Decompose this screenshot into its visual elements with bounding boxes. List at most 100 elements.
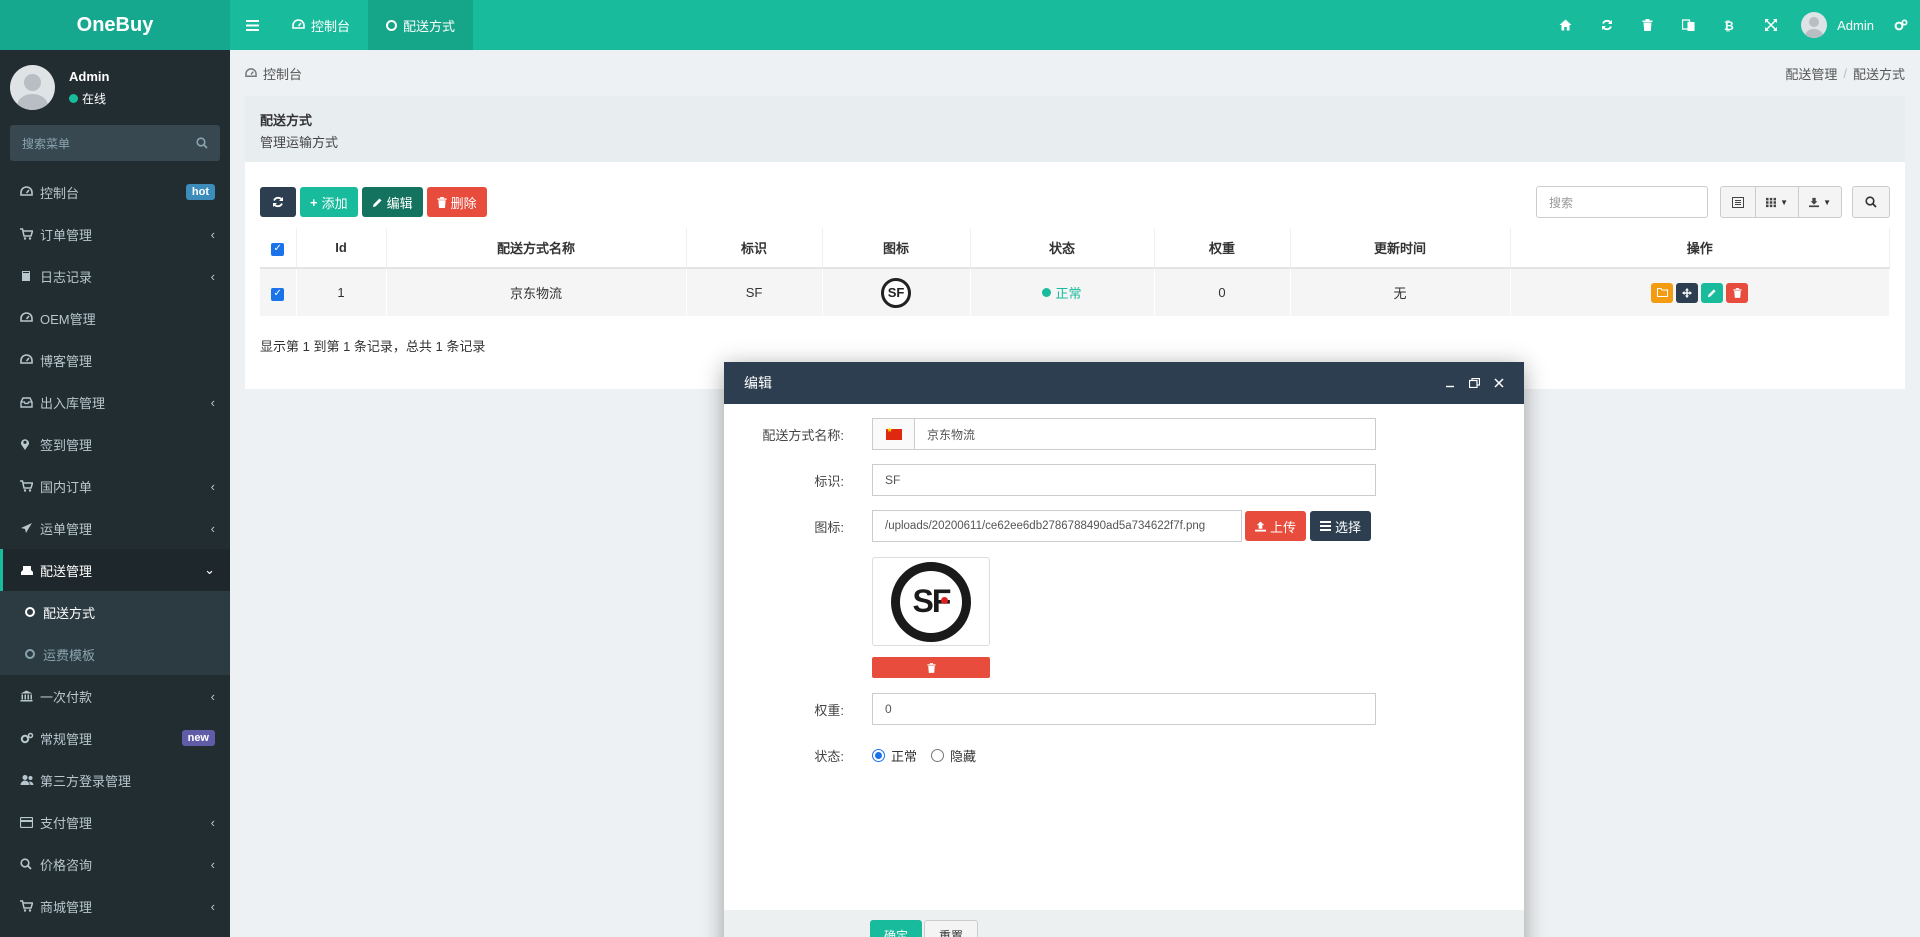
refresh-button[interactable]: [260, 187, 296, 217]
col-weight[interactable]: 权重: [1154, 228, 1291, 269]
radio-normal[interactable]: [872, 749, 885, 762]
tab-dashboard[interactable]: 控制台: [274, 0, 368, 50]
sidebar-items-5[interactable]: 出入库管理 ‹: [0, 381, 230, 423]
status-option-hidden[interactable]: 隐藏: [931, 746, 976, 765]
col-icon[interactable]: 图标: [822, 228, 971, 269]
col-status[interactable]: 状态: [970, 228, 1155, 269]
close-button[interactable]: [1494, 378, 1504, 388]
sidebar-items_after-3[interactable]: 支付管理 ‹: [0, 801, 230, 843]
maximize-button[interactable]: [1469, 378, 1480, 388]
home-button[interactable]: [1545, 0, 1586, 50]
col-id[interactable]: Id: [296, 228, 387, 269]
table-search-input[interactable]: 搜索: [1536, 186, 1708, 218]
sidebar-items-0[interactable]: 控制台 hot: [0, 171, 230, 213]
tab-shipping-methods[interactable]: 配送方式: [368, 0, 474, 50]
chevron-left-icon: ‹: [210, 478, 215, 494]
clear-cache-button[interactable]: [1627, 0, 1668, 50]
sidebar-item-label: 订单管理: [40, 227, 93, 243]
sidebar-items-1[interactable]: 订单管理 ‹: [0, 213, 230, 255]
refresh-button[interactable]: [1586, 0, 1627, 50]
sidebar-items-8[interactable]: 运单管理 ‹: [0, 507, 230, 549]
brand-logo[interactable]: OneBuy: [0, 0, 230, 50]
col-code[interactable]: 标识: [686, 228, 823, 269]
china-flag-icon: [885, 426, 902, 440]
icon-path-field[interactable]: /uploads/20200611/ce62ee6db2786788490ad5…: [872, 510, 1242, 542]
pencil-icon: [1708, 288, 1716, 297]
advanced-search-button[interactable]: [1852, 186, 1890, 218]
col-actions: 操作: [1510, 228, 1890, 269]
bitcoin-button[interactable]: ₿: [1709, 0, 1750, 50]
sidebar-items_after-5[interactable]: 商城管理 ‹: [0, 885, 230, 927]
sidebar-items-7[interactable]: 国内订单 ‹: [0, 465, 230, 507]
sidebar-subitem-1[interactable]: 运费模板: [0, 633, 230, 675]
bitcoin-icon: ₿: [1724, 19, 1734, 32]
search-icon[interactable]: [196, 137, 208, 149]
confirm-button[interactable]: 确定: [870, 920, 923, 937]
columns-dropdown-button[interactable]: ▼: [1755, 186, 1799, 218]
row-drag-button[interactable]: [1676, 282, 1699, 303]
row-detail-button[interactable]: [1651, 282, 1674, 303]
move-icon: [1682, 287, 1693, 298]
fullscreen-button[interactable]: [1750, 0, 1791, 50]
breadcrumb-home[interactable]: 控制台: [263, 64, 302, 83]
sidebar-item-label: 博客管理: [40, 353, 93, 369]
breadcrumb-item-shipping-mgmt[interactable]: 配送管理: [1785, 64, 1837, 83]
choose-button[interactable]: 选择: [1310, 511, 1372, 541]
top-navbar: 控制台 配送方式 ₿ Admin: [230, 0, 1920, 50]
sidebar-toggle-button[interactable]: [230, 0, 274, 50]
close-icon: [1494, 378, 1504, 388]
select-all-checkbox[interactable]: ✓: [271, 242, 285, 256]
edit-button[interactable]: 编辑: [361, 187, 423, 217]
sidebar-items_after-4[interactable]: 价格咨询 ‹: [0, 843, 230, 885]
list-icon: [1732, 196, 1744, 208]
row-delete-button[interactable]: [1726, 282, 1749, 303]
name-field[interactable]: 京东物流: [872, 418, 1376, 450]
reset-button[interactable]: 重置: [924, 920, 979, 937]
trash-icon: [926, 662, 936, 673]
sidebar-items-2[interactable]: 日志记录 ‹: [0, 255, 230, 297]
settings-button[interactable]: [1888, 0, 1914, 50]
export-dropdown-button[interactable]: ▼: [1798, 186, 1842, 218]
status-option-normal[interactable]: 正常: [872, 746, 917, 765]
minimize-button[interactable]: [1445, 378, 1455, 388]
panel-heading: 配送方式 管理运输方式: [245, 96, 1905, 162]
remove-icon-button[interactable]: [872, 657, 990, 678]
sidebar-item-label: 运单管理: [40, 521, 93, 537]
sidebar-search-input[interactable]: 搜索菜单: [10, 125, 220, 161]
col-updated[interactable]: 更新时间: [1290, 228, 1511, 269]
sidebar-items-3[interactable]: OEM管理: [0, 297, 230, 339]
sidebar-items_after-1[interactable]: 常规管理 new: [0, 717, 230, 759]
sidebar-items-6[interactable]: 签到管理: [0, 423, 230, 465]
code-field[interactable]: SF: [872, 464, 1376, 496]
icon-label: 图标:: [814, 519, 844, 535]
tab-shipping-label: 配送方式: [403, 18, 456, 34]
sf-express-logo-icon: SF: [881, 277, 911, 308]
table-row[interactable]: ✓ 1 京东物流 SF SF 正常 0 无: [260, 268, 1890, 316]
add-button[interactable]: + 添加: [300, 187, 358, 217]
search-icon: [1865, 196, 1877, 208]
sidebar-items_after-0[interactable]: 一次付款 ‹: [0, 675, 230, 717]
sidebar-items_after-2[interactable]: 第三方登录管理: [0, 759, 230, 801]
radio-hidden[interactable]: [931, 749, 945, 762]
avatar: [10, 65, 55, 110]
sidebar-item-label: 控制台: [40, 185, 80, 201]
form-row-icon: 图标: /uploads/20200611/ce62ee6db278678849…: [724, 510, 1375, 542]
language-button[interactable]: [1668, 0, 1709, 50]
upload-button[interactable]: 上传: [1245, 511, 1307, 541]
delete-button[interactable]: 删除: [426, 187, 487, 217]
credit-card-icon: [20, 816, 40, 828]
users-icon: [20, 774, 40, 786]
cell-weight: 0: [1154, 268, 1291, 316]
avatar: [1801, 12, 1828, 38]
row-edit-button[interactable]: [1701, 282, 1724, 303]
row-checkbox[interactable]: ✓: [271, 287, 285, 301]
user-menu[interactable]: Admin: [1791, 12, 1888, 38]
toggle-view-button[interactable]: [1720, 186, 1756, 218]
weight-field[interactable]: 0: [872, 693, 1376, 725]
sidebar-items-4[interactable]: 博客管理: [0, 339, 230, 381]
cart-icon: [20, 480, 40, 492]
sidebar-subitem-0[interactable]: 配送方式: [0, 591, 230, 633]
col-name[interactable]: 配送方式名称: [386, 228, 687, 269]
language-flag-selector[interactable]: [873, 419, 915, 449]
sidebar-items-9[interactable]: 配送管理 ⌄: [0, 549, 230, 591]
